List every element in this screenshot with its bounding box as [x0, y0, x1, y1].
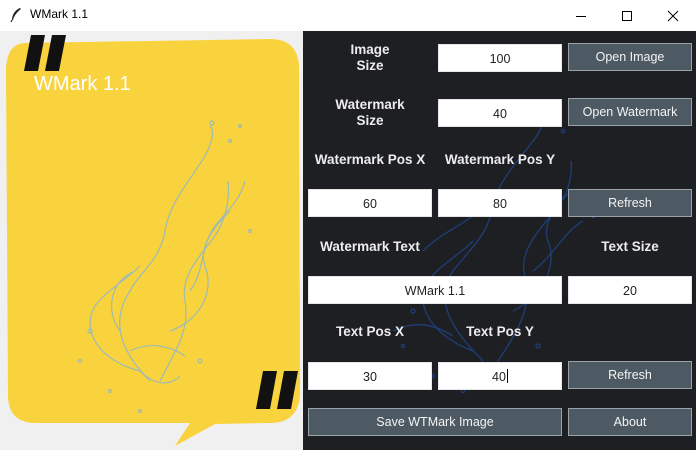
refresh-watermark-button[interactable]: Refresh: [568, 189, 692, 217]
minimize-button[interactable]: [558, 0, 604, 31]
watermark-pos-y-field[interactable]: 80: [438, 189, 562, 217]
close-button[interactable]: [650, 0, 696, 31]
text-pos-y-field[interactable]: 40: [438, 362, 562, 390]
watermark-pos-x-field[interactable]: 60: [308, 189, 432, 217]
image-size-field[interactable]: 100: [438, 44, 562, 72]
save-image-button[interactable]: Save WTMark Image: [308, 408, 562, 436]
maximize-button[interactable]: [604, 0, 650, 31]
watermark-text-preview: WMark 1.1: [34, 73, 131, 95]
title-bar: WMark 1.1: [0, 0, 696, 32]
watermark-pos-y-label: Watermark Pos Y: [444, 152, 556, 167]
text-size-label: Text Size: [601, 239, 659, 254]
text-pos-y-label: Text Pos Y: [466, 324, 534, 339]
feather-icon: [10, 8, 21, 23]
image-preview: WMark 1.1: [0, 31, 303, 450]
app-window: WMark 1.1 WMark 1.1 Image Size 100 Open …: [0, 0, 696, 450]
text-pos-y-value: 40: [492, 370, 506, 384]
watermark-text-field[interactable]: WMark 1.1: [308, 276, 562, 304]
minimize-icon: [576, 15, 586, 17]
text-pos-x-label: Text Pos X: [335, 324, 405, 339]
text-cursor: [506, 369, 508, 383]
watermark-size-label: Watermark Size: [335, 97, 405, 128]
about-button[interactable]: About: [568, 408, 692, 436]
text-size-field[interactable]: 20: [568, 276, 692, 304]
watermark-size-field[interactable]: 40: [438, 99, 562, 127]
close-icon: [667, 10, 679, 21]
watermark-pos-x-label: Watermark Pos X: [314, 152, 426, 167]
watermark-text-label: Watermark Text: [320, 239, 420, 254]
controls-panel: Image Size 100 Open Image Watermark Size…: [303, 31, 696, 450]
open-watermark-button[interactable]: Open Watermark: [568, 98, 692, 126]
window-title: WMark 1.1: [30, 7, 89, 21]
refresh-text-button[interactable]: Refresh: [568, 361, 692, 389]
maximize-icon: [622, 10, 632, 21]
open-image-button[interactable]: Open Image: [568, 43, 692, 71]
text-pos-x-field[interactable]: 30: [308, 362, 432, 390]
image-size-label: Image Size: [350, 42, 390, 73]
